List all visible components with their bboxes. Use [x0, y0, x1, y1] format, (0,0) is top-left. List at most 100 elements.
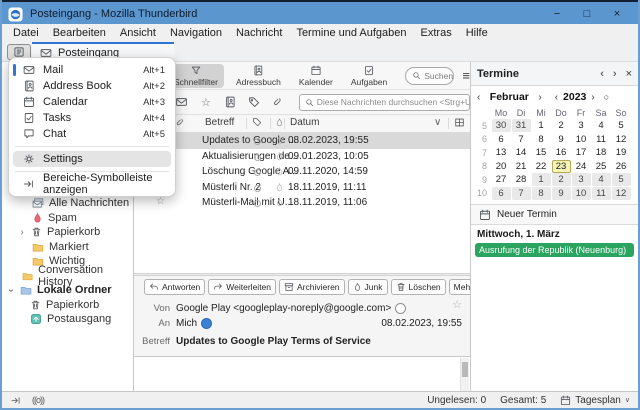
next-day-button[interactable]: › — [613, 68, 617, 80]
junk-button[interactable]: Junk — [347, 279, 388, 295]
chevron-right-icon[interactable]: › — [18, 227, 26, 238]
menu-datei[interactable]: Datei — [6, 27, 46, 39]
calendar-day[interactable]: 24 — [572, 160, 591, 173]
calendar-day[interactable]: 11 — [591, 186, 611, 200]
calendar-button[interactable]: Kalender — [293, 64, 339, 88]
star-icon[interactable]: ☆ — [156, 196, 165, 207]
menu-item-tasks[interactable]: Tasks Alt+4 — [9, 110, 175, 126]
menu-item-mail[interactable]: Mail Alt+1 — [9, 62, 175, 78]
junk-column-icon[interactable] — [275, 117, 284, 131]
chevron-down-icon[interactable]: › — [6, 286, 17, 294]
calendar-day[interactable]: 14 — [512, 146, 531, 159]
calendar-day[interactable]: 7 — [512, 133, 531, 146]
previous-month-button[interactable]: ‹ — [477, 92, 480, 103]
quickfilter-toggle-button[interactable]: Schnellfilter — [168, 63, 224, 88]
calendar-day[interactable]: 8 — [531, 186, 551, 200]
previous-year-button[interactable]: ‹ — [555, 92, 558, 103]
calendar-day[interactable]: 4 — [592, 119, 611, 132]
calendar-day[interactable]: 23 — [551, 159, 571, 173]
calendar-day[interactable]: 1 — [531, 173, 551, 187]
calendar-day[interactable]: 7 — [511, 186, 531, 200]
folder-item-postausgang[interactable]: Postausgang — [2, 312, 133, 327]
calendar-day[interactable]: 9 — [551, 186, 571, 200]
minimize-button[interactable]: − — [542, 3, 572, 25]
date-column-header[interactable]: Datum — [290, 117, 319, 128]
message-row[interactable]: ☆ Müsterli Nr. 2 18.11.2019, 11:11 — [134, 179, 470, 196]
next-month-button[interactable]: › — [538, 92, 541, 103]
calendar-day[interactable]: 17 — [572, 146, 591, 159]
calendar-day[interactable]: 10 — [572, 133, 591, 146]
today-button[interactable]: ○ — [604, 92, 609, 102]
close-button[interactable]: × — [602, 3, 632, 25]
calendar-day[interactable]: 6 — [491, 186, 511, 200]
menu-item-calendar[interactable]: Calendar Alt+3 — [9, 94, 175, 110]
menu-navigation[interactable]: Navigation — [163, 27, 229, 39]
agenda-toggle[interactable]: Tagesplan ∨ — [560, 395, 630, 406]
calendar-day[interactable]: 1 — [532, 119, 551, 132]
calendar-day[interactable]: 18 — [592, 146, 611, 159]
calendar-day[interactable]: 5 — [612, 119, 631, 132]
body-scrollbar[interactable] — [460, 358, 469, 392]
read-status-icon[interactable] — [254, 184, 261, 192]
calendar-day[interactable]: 27 — [492, 173, 511, 186]
read-status-icon[interactable] — [254, 138, 261, 145]
calendar-day[interactable]: 12 — [611, 186, 631, 200]
global-search-box[interactable]: Suchen <Strg+ — [405, 66, 455, 85]
menu-nachricht[interactable]: Nachricht — [229, 27, 289, 39]
scrollbar-thumb[interactable] — [462, 362, 468, 377]
calendar-day[interactable]: 21 — [512, 160, 531, 173]
spaces-toggle-icon[interactable] — [10, 395, 22, 406]
star-toggle-icon[interactable]: ☆ — [452, 298, 462, 311]
menu-item-chat[interactable]: Chat Alt+5 — [9, 126, 175, 142]
maximize-button[interactable]: □ — [572, 3, 602, 25]
calendar-day[interactable]: 25 — [592, 160, 611, 173]
read-status-icon[interactable] — [254, 200, 261, 207]
forward-button[interactable]: Weiterleiten — [208, 279, 277, 295]
tasks-button[interactable]: Aufgaben — [345, 64, 393, 88]
agenda-event[interactable]: Ausrufung der Republik (Neuenburg) — [475, 243, 634, 257]
message-row[interactable]: ☆ Müsterli-Mail mit U... 18.11.2019, 11:… — [134, 195, 470, 211]
calendar-day[interactable]: 26 — [612, 160, 631, 173]
sender-badge-icon[interactable] — [395, 303, 407, 314]
calendar-day[interactable]: 30 — [491, 119, 511, 133]
menu-item-spaces-toolbar-toggle[interactable]: Bereiche-Symbolleiste anzeigen — [9, 172, 175, 196]
quickfilter-search-box[interactable]: Diese Nachrichten durchsuchen <Strg+Umsc — [298, 93, 471, 111]
calendar-day[interactable]: 8 — [532, 133, 551, 146]
recipient-badge-icon[interactable] — [201, 318, 213, 329]
filter-unread-icon[interactable] — [174, 94, 190, 110]
calendar-day[interactable]: 31 — [511, 119, 531, 133]
calendar-day[interactable]: 10 — [571, 186, 591, 200]
junk-status-icon[interactable] — [275, 182, 284, 196]
read-status-icon[interactable] — [254, 153, 261, 161]
folder-item-conversation-history[interactable]: Conversation History — [2, 264, 133, 288]
subject-column-header[interactable]: Betreff — [205, 117, 234, 128]
app-menu-button[interactable]: ≡ — [462, 68, 470, 83]
calendar-day[interactable]: 3 — [572, 119, 591, 132]
calendar-day[interactable]: 2 — [552, 119, 571, 132]
calendar-day[interactable]: 16 — [552, 146, 571, 159]
calendar-day[interactable]: 20 — [492, 160, 511, 173]
archive-button[interactable]: Archivieren — [279, 279, 345, 295]
folder-item-markiert[interactable]: Markiert — [2, 240, 133, 255]
calendar-day[interactable]: 19 — [612, 146, 631, 159]
calendar-day[interactable]: 12 — [612, 133, 631, 146]
from-value[interactable]: Google Play <googleplay-noreply@google.c… — [176, 303, 391, 314]
attachment-column-icon[interactable] — [175, 117, 185, 131]
read-status-icon[interactable] — [254, 169, 261, 176]
folder-item-papierkorb[interactable]: › Papierkorb — [2, 225, 133, 240]
calendar-day[interactable]: 22 — [532, 160, 551, 173]
calendar-day[interactable]: 11 — [592, 133, 611, 146]
calendar-day[interactable]: 2 — [551, 173, 571, 187]
sort-direction-icon[interactable]: ∨ — [434, 117, 441, 128]
menu-extras[interactable]: Extras — [414, 27, 459, 39]
folder-item-spam[interactable]: Spam — [2, 211, 133, 226]
calendar-day[interactable]: 9 — [552, 133, 571, 146]
menu-bearbeiten[interactable]: Bearbeiten — [46, 27, 113, 39]
to-value[interactable]: Mich — [176, 318, 197, 329]
calendar-day[interactable]: 6 — [492, 133, 511, 146]
new-event-button[interactable]: Neuer Termin — [471, 204, 638, 225]
previous-day-button[interactable]: ‹ — [600, 68, 604, 80]
tag-column-icon[interactable] — [252, 117, 262, 130]
menu-hilfe[interactable]: Hilfe — [459, 27, 495, 39]
junk-status-icon[interactable] — [275, 197, 284, 211]
